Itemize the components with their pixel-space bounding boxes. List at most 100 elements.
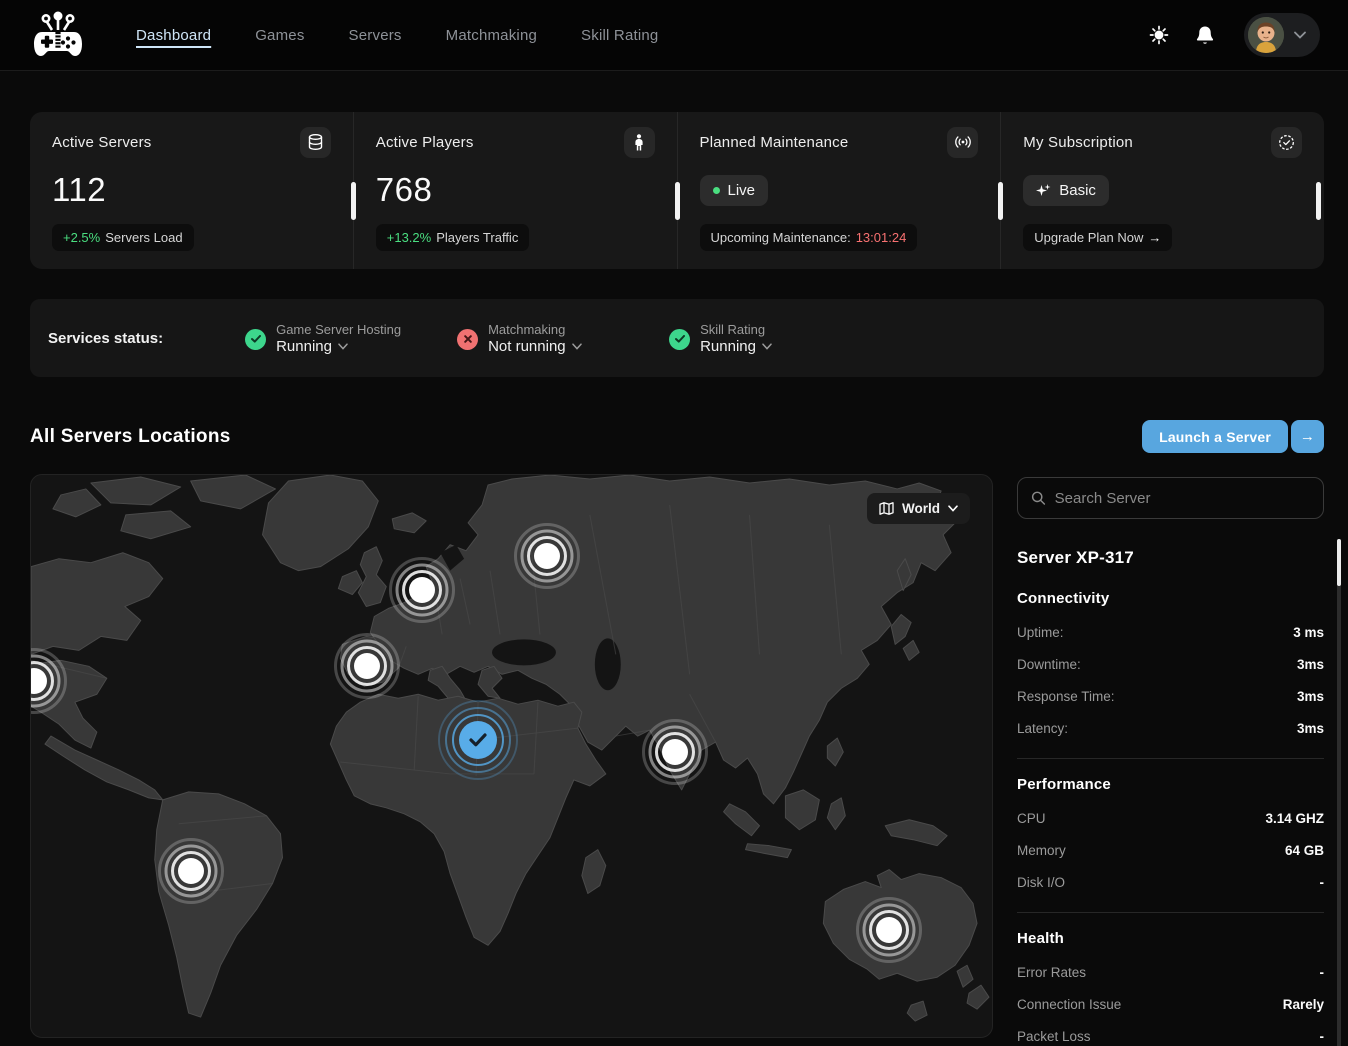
launch-server-button[interactable]: Launch a Server — [1142, 420, 1288, 453]
row-label: Uptime: — [1017, 625, 1064, 640]
chevron-down-icon — [572, 343, 582, 350]
detail-row: Response Time: 3ms — [1017, 680, 1324, 712]
chevron-down-icon — [338, 343, 348, 350]
nav-item-matchmaking[interactable]: Matchmaking — [446, 27, 537, 44]
marker-check-icon — [459, 721, 497, 759]
row-value: 3ms — [1297, 657, 1324, 672]
chevron-down-icon — [1294, 31, 1306, 39]
active-players-value: 768 — [376, 171, 433, 209]
locations-content: World Server XP-317 Connectivity — [30, 474, 1324, 1046]
row-label: Memory — [1017, 843, 1066, 858]
section-title: Performance — [1017, 776, 1324, 793]
badge-check-icon — [1271, 127, 1302, 158]
badge-percent: +2.5% — [63, 230, 100, 245]
launch-arrow-button[interactable]: → — [1291, 420, 1324, 453]
detail-row: Connection Issue Rarely — [1017, 988, 1324, 1020]
card-active-servers: Active Servers 112 +2.5% Servers Load — [30, 112, 353, 269]
service-game-server-hosting[interactable]: Game Server Hosting Running — [245, 322, 457, 355]
row-label: Connection Issue — [1017, 997, 1121, 1012]
sparkle-icon — [1036, 183, 1051, 198]
row-label: Packet Loss — [1017, 1029, 1091, 1044]
row-value: 3ms — [1297, 689, 1324, 704]
card-active-players: Active Players 768 +13.2% Players Traffi… — [353, 112, 677, 269]
plan-name: Basic — [1059, 182, 1096, 199]
services-status-label: Services status: — [48, 330, 163, 347]
service-name: Matchmaking — [488, 322, 582, 337]
service-matchmaking[interactable]: Matchmaking Not running — [457, 322, 669, 355]
card-planned-maintenance: Planned Maintenance Live Upcoming M — [677, 112, 1001, 269]
nav-item-games[interactable]: Games — [255, 27, 304, 44]
row-value: 3.14 GHZ — [1265, 811, 1324, 826]
players-traffic-badge: +13.2% Players Traffic — [376, 224, 530, 251]
badge-text: Servers Load — [105, 230, 182, 245]
row-label: Latency: — [1017, 721, 1068, 736]
nav-item-skill-rating[interactable]: Skill Rating — [581, 27, 658, 44]
search-server-input[interactable] — [1055, 490, 1310, 507]
notifications-bell-icon[interactable] — [1192, 22, 1218, 48]
marker-core — [534, 543, 560, 569]
theme-sun-icon[interactable] — [1146, 22, 1172, 48]
nav-links: Dashboard Games Servers Matchmaking Skil… — [136, 27, 658, 44]
detail-row: Disk I/O - — [1017, 866, 1324, 898]
server-detail-panel: Server XP-317 Connectivity Uptime: 3 ms … — [1017, 474, 1324, 1046]
detail-row: Memory 64 GB — [1017, 834, 1324, 866]
row-label: Disk I/O — [1017, 875, 1065, 890]
row-label: Response Time: — [1017, 689, 1115, 704]
maintenance-countdown: 13:01:24 — [856, 230, 907, 245]
nav-item-dashboard[interactable]: Dashboard — [136, 27, 211, 44]
service-status-text: Running — [700, 338, 756, 355]
active-servers-value: 112 — [52, 171, 106, 209]
map-region-selector[interactable]: World — [867, 493, 970, 524]
card-title: Planned Maintenance — [700, 134, 849, 151]
world-map[interactable]: World — [30, 474, 993, 1038]
status-error-icon — [457, 329, 478, 350]
value-accent-bar — [998, 182, 1003, 220]
service-status: Running — [700, 338, 772, 355]
user-menu[interactable] — [1244, 13, 1320, 57]
value-accent-bar — [351, 182, 356, 220]
section-performance: Performance CPU 3.14 GHZ Memory 64 GB Di… — [1017, 776, 1324, 898]
service-status-text: Running — [276, 338, 332, 355]
service-status: Not running — [488, 338, 582, 355]
nav-item-servers[interactable]: Servers — [349, 27, 402, 44]
upgrade-plan-button[interactable]: Upgrade Plan Now → — [1023, 224, 1172, 251]
search-icon — [1031, 490, 1046, 506]
user-avatar — [1248, 17, 1284, 53]
player-person-icon — [624, 127, 655, 158]
nav-right — [1146, 13, 1320, 57]
service-status-text: Not running — [488, 338, 566, 355]
badge-text: Players Traffic — [436, 230, 518, 245]
map-icon — [879, 502, 894, 515]
region-label: World — [902, 501, 940, 516]
detail-scrollbar[interactable] — [1337, 539, 1341, 1046]
section-title: Health — [1017, 930, 1324, 947]
maintenance-label: Upcoming Maintenance: — [711, 230, 851, 245]
badge-percent: +13.2% — [387, 230, 431, 245]
service-name: Game Server Hosting — [276, 322, 401, 337]
marker-core — [876, 917, 902, 943]
detail-row: Downtime: 3ms — [1017, 648, 1324, 680]
detail-row: Latency: 3ms — [1017, 712, 1324, 744]
row-value: Rarely — [1283, 997, 1324, 1012]
service-skill-rating[interactable]: Skill Rating Running — [669, 322, 881, 355]
arrow-right-icon: → — [1148, 230, 1161, 245]
status-ok-icon — [245, 329, 266, 350]
scrollbar-thumb[interactable] — [1337, 539, 1341, 586]
servers-load-badge: +2.5% Servers Load — [52, 224, 194, 251]
marker-core — [178, 858, 204, 884]
row-label: Error Rates — [1017, 965, 1086, 980]
marker-core — [354, 653, 380, 679]
detail-row: Uptime: 3 ms — [1017, 616, 1324, 648]
gamepad-logo-icon[interactable] — [32, 10, 84, 60]
divider — [1017, 912, 1324, 913]
upcoming-maintenance-badge: Upcoming Maintenance: 13:01:24 — [700, 224, 918, 251]
row-label: CPU — [1017, 811, 1046, 826]
search-server-box[interactable] — [1017, 477, 1324, 519]
stats-row: Active Servers 112 +2.5% Servers Load — [30, 112, 1324, 269]
broadcast-icon — [947, 127, 978, 158]
section-connectivity: Connectivity Uptime: 3 ms Downtime: 3ms … — [1017, 590, 1324, 744]
detail-row: CPU 3.14 GHZ — [1017, 802, 1324, 834]
services-status-bar: Services status: Game Server Hosting Run… — [30, 299, 1324, 377]
dashboard-main: Active Servers 112 +2.5% Servers Load — [0, 112, 1348, 1046]
card-subscription: My Subscription Basic — [1000, 112, 1324, 269]
